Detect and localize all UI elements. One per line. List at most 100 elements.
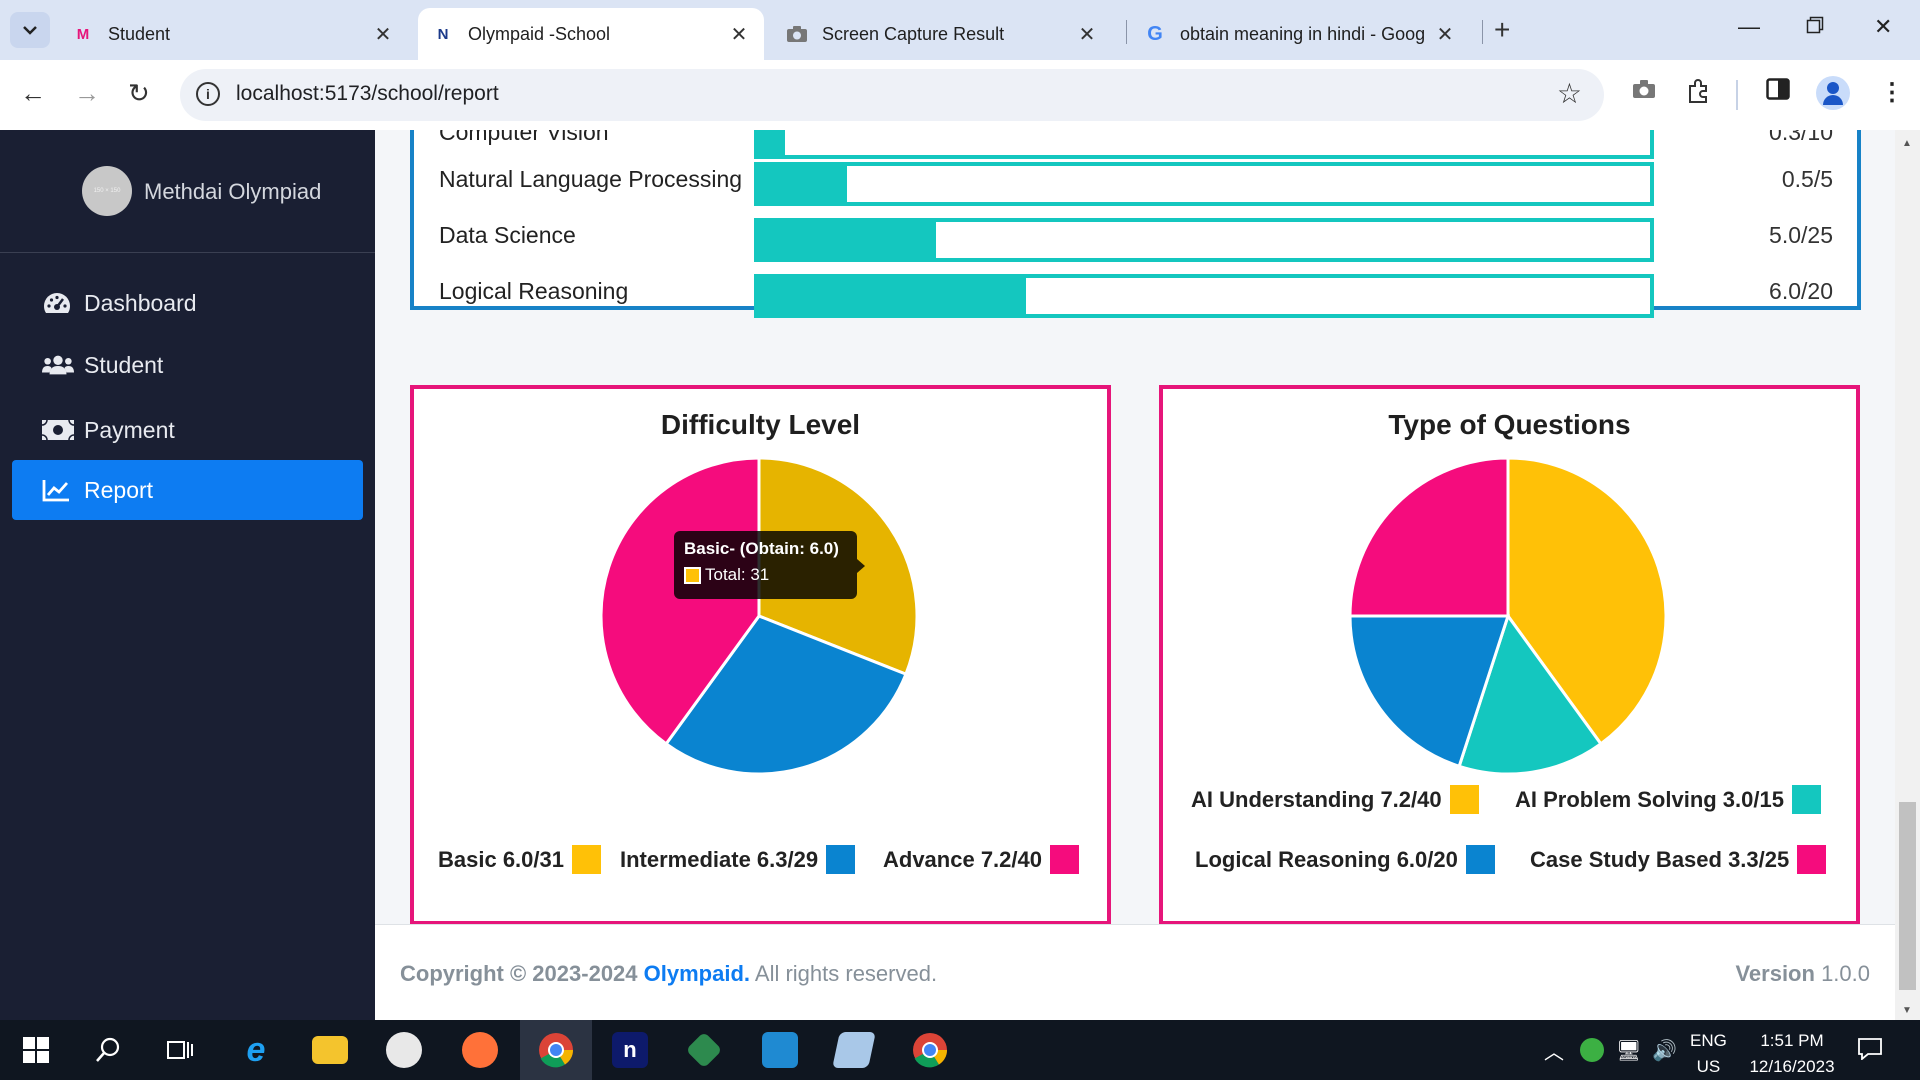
copyright-suffix: All rights reserved. bbox=[750, 961, 938, 986]
legend-item-ai-understanding[interactable]: AI Understanding 7.2/40 bbox=[1191, 785, 1479, 814]
subject-score: 5.0/25 bbox=[1769, 222, 1833, 248]
version-info: Version 1.0.0 bbox=[1735, 961, 1870, 987]
back-arrow-icon[interactable]: ← bbox=[20, 78, 46, 109]
legend-label: Logical Reasoning 6.0/20 bbox=[1195, 846, 1458, 872]
question-types-pie-chart[interactable] bbox=[1343, 451, 1673, 781]
scroll-down-icon[interactable]: ▼ bbox=[1902, 1005, 1912, 1016]
sidebar: 150 × 150 Methdai Olympiad Dashboard Stu… bbox=[0, 130, 375, 1020]
firefox-icon[interactable] bbox=[444, 1020, 516, 1080]
profile-avatar-icon[interactable] bbox=[1816, 76, 1850, 110]
network-icon[interactable]: 🖥 bbox=[1616, 1038, 1641, 1080]
methdai-favicon-icon: N bbox=[437, 25, 449, 43]
question-types-card: Type of Questions AI Understanding 7.2/4… bbox=[1159, 385, 1860, 925]
legend-swatch bbox=[1049, 845, 1079, 874]
side-panel-icon[interactable] bbox=[1766, 78, 1790, 107]
task-view-icon[interactable] bbox=[144, 1020, 216, 1080]
chrome-taskbar-icon[interactable] bbox=[520, 1020, 592, 1080]
clock[interactable]: 1:51 PM 12/16/2023 bbox=[1742, 1028, 1842, 1080]
paint-app-icon[interactable] bbox=[368, 1020, 440, 1080]
version-value: 1.0.0 bbox=[1821, 961, 1870, 986]
legend-swatch bbox=[1797, 845, 1827, 874]
legend-item-advance[interactable]: Advance 7.2/40 bbox=[883, 845, 1079, 874]
methdai-favicon-icon: M bbox=[76, 25, 90, 43]
new-tab-button[interactable]: + bbox=[1494, 14, 1510, 46]
url-text[interactable]: localhost:5173/school/report bbox=[236, 82, 499, 106]
clock-date: 12/16/2023 bbox=[1749, 1057, 1835, 1076]
olympaid-link[interactable]: Olympaid. bbox=[644, 961, 750, 986]
notes-app-icon[interactable] bbox=[818, 1020, 890, 1080]
tab-label: Screen Capture Result bbox=[822, 23, 1005, 44]
tab-label: Student bbox=[108, 23, 171, 44]
legend-label: AI Problem Solving 3.0/15 bbox=[1515, 786, 1784, 812]
tray-app-icon[interactable] bbox=[1580, 1038, 1604, 1062]
page-scrollbar[interactable]: ▲ ▼ bbox=[1895, 130, 1920, 1020]
scrollbar-thumb[interactable] bbox=[1899, 802, 1916, 990]
sidebar-item-report[interactable]: Report bbox=[12, 460, 363, 520]
subject-score: 0.3/10 bbox=[1769, 130, 1833, 145]
subject-score: 0.5/5 bbox=[1781, 166, 1833, 192]
search-icon[interactable] bbox=[72, 1020, 144, 1080]
legend-item-intermediate[interactable]: Intermediate 6.3/29 bbox=[620, 845, 856, 874]
copyright-text: Copyright © 2023-2024 Olympaid. All righ… bbox=[400, 961, 937, 987]
bookmark-star-icon[interactable]: ☆ bbox=[1557, 77, 1582, 110]
subject-score: 6.0/20 bbox=[1769, 278, 1833, 304]
legend-label: Intermediate 6.3/29 bbox=[620, 846, 819, 872]
toolbar-divider bbox=[1736, 80, 1738, 110]
tab-student[interactable]: M Student ✕ bbox=[58, 8, 408, 60]
legend-item-ai-problem-solving[interactable]: AI Problem Solving 3.0/15 bbox=[1515, 785, 1821, 814]
reload-icon[interactable]: ↻ bbox=[128, 78, 150, 109]
internet-explorer-icon[interactable]: e bbox=[220, 1020, 292, 1080]
tab-screen-capture[interactable]: Screen Capture Result ✕ bbox=[772, 8, 1112, 60]
legend-label: AI Understanding 7.2/40 bbox=[1191, 786, 1442, 812]
close-icon[interactable]: ✕ bbox=[1076, 22, 1098, 47]
difficulty-level-card: Difficulty Level Basic- (Obtain: 6.0) To… bbox=[410, 385, 1111, 925]
tab-google-search[interactable]: G obtain meaning in hindi - Goog ✕ bbox=[1130, 8, 1470, 60]
close-icon[interactable]: ✕ bbox=[1434, 22, 1456, 47]
extensions-puzzle-icon[interactable] bbox=[1686, 78, 1712, 111]
chrome-second-icon[interactable] bbox=[894, 1020, 966, 1080]
vscode-icon[interactable] bbox=[744, 1020, 816, 1080]
legend-item-basic[interactable]: Basic 6.0/31 bbox=[438, 845, 601, 874]
language-code: ENG bbox=[1690, 1031, 1727, 1050]
legend-item-logical-reasoning[interactable]: Logical Reasoning 6.0/20 bbox=[1195, 845, 1495, 874]
legend-item-case-study-based[interactable]: Case Study Based 3.3/25 bbox=[1530, 845, 1827, 874]
show-hidden-icons-icon[interactable]: ︿ bbox=[1544, 1036, 1564, 1080]
notifications-icon[interactable] bbox=[1858, 1038, 1882, 1080]
close-icon[interactable]: ✕ bbox=[372, 22, 394, 47]
close-window-icon[interactable]: ✕ bbox=[1874, 14, 1892, 40]
subject-progress-bar bbox=[754, 274, 1654, 318]
file-explorer-icon[interactable] bbox=[294, 1020, 366, 1080]
close-icon[interactable]: ✕ bbox=[728, 22, 750, 47]
sidebar-item-label: Payment bbox=[84, 416, 175, 443]
difficulty-pie-chart[interactable] bbox=[594, 451, 924, 781]
sidebar-brand[interactable]: 150 × 150 Methdai Olympiad bbox=[0, 130, 375, 253]
camera-extension-icon[interactable] bbox=[1632, 78, 1656, 106]
minimize-icon[interactable]: — bbox=[1738, 14, 1760, 40]
subject-row: Natural Language Processing 0.5/5 bbox=[414, 154, 1857, 206]
chart-title: Difficulty Level bbox=[660, 409, 861, 440]
sidebar-item-payment[interactable]: Payment bbox=[12, 400, 363, 460]
money-bill-icon bbox=[42, 419, 74, 441]
legend-swatch bbox=[571, 845, 601, 874]
browser-tab-strip: M Student ✕ N Olympaid -School ✕ Screen … bbox=[0, 0, 1920, 60]
forward-arrow-icon[interactable]: → bbox=[74, 78, 100, 109]
tab-olympaid-school[interactable]: N Olympaid -School ✕ bbox=[418, 8, 764, 60]
browser-toolbar: ← → ↻ i localhost:5173/school/report ☆ ⋮ bbox=[0, 60, 1920, 130]
language-indicator[interactable]: ENG US bbox=[1690, 1028, 1727, 1080]
windows-start-icon[interactable] bbox=[0, 1020, 72, 1080]
sidebar-item-student[interactable]: Student bbox=[12, 335, 363, 395]
scroll-up-icon[interactable]: ▲ bbox=[1902, 138, 1912, 149]
google-icon: G bbox=[1147, 22, 1163, 45]
sidebar-item-dashboard[interactable]: Dashboard bbox=[12, 273, 363, 333]
site-info-icon[interactable]: i bbox=[196, 82, 220, 106]
git-app-icon[interactable] bbox=[668, 1020, 740, 1080]
tab-search-button[interactable] bbox=[10, 12, 50, 48]
restore-icon[interactable] bbox=[1806, 14, 1824, 40]
page-footer: Copyright © 2023-2024 Olympaid. All righ… bbox=[375, 924, 1895, 1020]
notion-like-app-icon[interactable]: n bbox=[594, 1020, 666, 1080]
legend-swatch bbox=[1465, 845, 1495, 874]
volume-icon[interactable]: 🔊 bbox=[1652, 1038, 1677, 1080]
more-menu-icon[interactable]: ⋮ bbox=[1880, 78, 1904, 107]
pie-slice-case-study-based[interactable] bbox=[1348, 456, 1510, 618]
address-bar[interactable]: i localhost:5173/school/report ☆ bbox=[180, 69, 1604, 121]
